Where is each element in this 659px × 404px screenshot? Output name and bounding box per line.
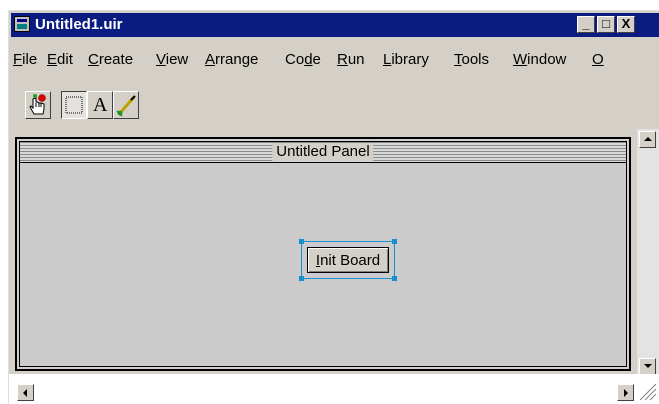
menu-view[interactable]: View (156, 51, 188, 68)
scroll-up-button[interactable] (639, 131, 656, 148)
init-board-label: nit Board (320, 252, 381, 269)
resize-handle-bottom-right[interactable] (392, 276, 397, 281)
menu-tools[interactable]: Tools (454, 51, 489, 68)
selection-tool-button[interactable] (61, 91, 87, 119)
user-panel[interactable]: Untitled Panel Init Board (15, 137, 631, 371)
maximize-icon: □ (602, 16, 610, 31)
label-tool-button[interactable]: A (87, 91, 113, 119)
menu-run[interactable]: Run (337, 51, 365, 68)
menu-edit[interactable]: Edit (47, 51, 73, 68)
init-board-button[interactable]: Init Board (299, 239, 397, 281)
window-title: Untitled1.uir (35, 16, 123, 33)
operate-hand-icon (29, 94, 46, 115)
horizontal-scrollbar[interactable] (9, 374, 659, 404)
application-window: Untitled1.uir _ □ X File Edit Create Vie… (8, 10, 659, 404)
minimize-button[interactable]: _ (577, 16, 595, 33)
operate-tool-button[interactable] (25, 91, 51, 119)
menu-code[interactable]: Code (285, 51, 321, 68)
title-bar[interactable]: Untitled1.uir _ □ X (11, 13, 659, 37)
menu-library[interactable]: Library (383, 51, 429, 68)
up-arrow-icon (644, 137, 652, 141)
minimize-icon: _ (582, 16, 590, 31)
resize-grip-icon[interactable] (638, 382, 658, 402)
toolbar: A (9, 91, 659, 131)
selection-box-icon (65, 96, 83, 114)
color-brush-icon (116, 95, 136, 117)
maximize-button[interactable]: □ (597, 16, 615, 33)
menu-o[interactable]: O (592, 51, 604, 68)
resize-handle-top-right[interactable] (392, 239, 397, 244)
workspace: Untitled Panel Init Board (9, 129, 659, 379)
down-arrow-icon (644, 364, 652, 368)
menu-create[interactable]: Create (88, 51, 133, 68)
resize-handle-top-left[interactable] (299, 239, 304, 244)
menu-file[interactable]: File (13, 51, 37, 68)
right-arrow-icon (624, 389, 628, 397)
app-icon[interactable] (14, 16, 30, 32)
vertical-scrollbar[interactable] (637, 129, 659, 381)
resize-handle-bottom-left[interactable] (299, 276, 304, 281)
left-arrow-icon (23, 389, 27, 397)
menu-arrange[interactable]: Arrange (205, 51, 258, 68)
close-button[interactable]: X (617, 16, 635, 33)
init-board-button-face[interactable]: Init Board (307, 247, 389, 273)
close-icon: X (621, 16, 631, 31)
panel-body[interactable]: Untitled Panel Init Board (19, 141, 627, 367)
scroll-left-button[interactable] (17, 384, 34, 401)
panel-title-bar[interactable]: Untitled Panel (20, 142, 626, 163)
coloring-tool-button[interactable] (113, 91, 139, 119)
scroll-down-button[interactable] (639, 358, 656, 375)
menu-window[interactable]: Window (513, 51, 566, 68)
panel-title: Untitled Panel (272, 143, 374, 161)
scroll-right-button[interactable] (617, 384, 634, 401)
text-label-icon: A (93, 94, 108, 116)
menu-bar: File Edit Create View Arrange Code Run L… (9, 49, 659, 71)
